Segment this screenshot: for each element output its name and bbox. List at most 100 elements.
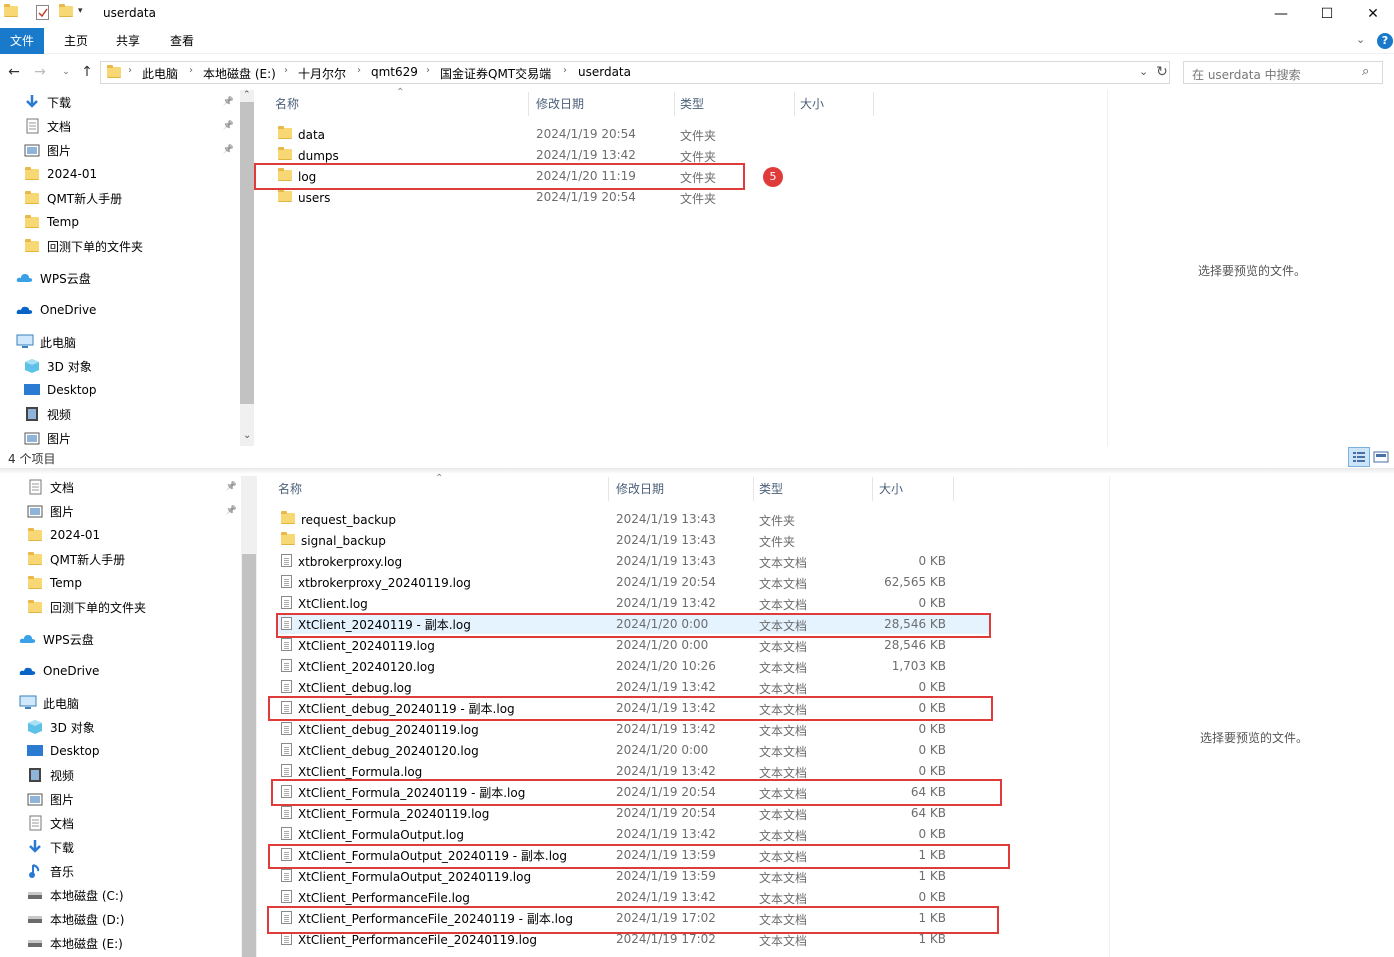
nav-item[interactable]: 2024-01 xyxy=(0,163,240,185)
nav-item[interactable]: WPS云盘 xyxy=(0,267,240,289)
nav-item[interactable]: 2024-01 xyxy=(3,524,243,546)
breadcrumb-separator-icon[interactable]: › xyxy=(426,65,430,76)
nav-item[interactable]: 3D 对象 xyxy=(3,716,243,738)
column-header-size[interactable]: 大小 xyxy=(800,92,824,116)
nav-item[interactable]: 本地磁盘 (C:) xyxy=(3,884,243,906)
file-row[interactable]: XtClient_20240119.log xyxy=(281,635,435,656)
nav-item[interactable]: 音乐 xyxy=(3,860,243,882)
recent-dropdown-icon[interactable]: ⌄ xyxy=(56,62,76,82)
file-row[interactable]: users xyxy=(278,187,330,208)
breadcrumb-separator-icon[interactable]: › xyxy=(189,65,193,76)
nav-item[interactable]: 文档 xyxy=(3,812,243,834)
help-icon[interactable]: ? xyxy=(1377,33,1393,49)
nav-item[interactable]: OneDrive xyxy=(0,299,240,321)
file-row[interactable]: XtClient_debug_20240119.log xyxy=(281,719,479,740)
column-header-name[interactable]: 名称 xyxy=(278,477,302,501)
breadcrumb-separator-icon[interactable]: › xyxy=(128,65,132,76)
nav-item[interactable]: OneDrive xyxy=(3,660,243,682)
scroll-up-icon[interactable]: ⌃ xyxy=(243,90,251,100)
breadcrumb-drive-e[interactable]: 本地磁盘 (E:) xyxy=(203,65,276,82)
file-row[interactable]: XtClient.log xyxy=(281,593,368,614)
tab-view[interactable]: 查看 xyxy=(158,28,206,54)
breadcrumb-folder[interactable]: 十月尔尔 xyxy=(298,65,346,82)
nav-item[interactable]: 视频 xyxy=(0,403,240,425)
search-input[interactable]: 在 userdata 中搜索 ⌕ xyxy=(1183,61,1383,84)
tab-share[interactable]: 共享 xyxy=(104,28,152,54)
breadcrumb-separator-icon[interactable]: › xyxy=(563,65,567,76)
nav-item[interactable]: 图片 xyxy=(3,788,243,810)
address-bar[interactable]: › 此电脑 › 本地磁盘 (E:) › 十月尔尔 › qmt629 › 国金证券… xyxy=(100,61,1170,84)
file-row[interactable]: XtClient_20240120.log xyxy=(281,656,435,677)
up-arrow-icon[interactable]: ↑ xyxy=(77,62,97,82)
breadcrumb-qmt-client[interactable]: 国金证券QMT交易端 xyxy=(440,65,551,82)
details-view-icon[interactable] xyxy=(1348,447,1370,467)
file-row[interactable]: XtClient_Formula_20240119.log xyxy=(281,803,489,824)
nav-item[interactable]: 此电脑 xyxy=(3,692,243,714)
column-header-type[interactable]: 类型 xyxy=(680,92,704,116)
nav-item[interactable]: Desktop xyxy=(3,740,243,762)
nav-item[interactable]: 图片 📌 xyxy=(3,500,243,522)
nav-item[interactable]: WPS云盘 xyxy=(3,628,243,650)
nav-item[interactable]: 此电脑 xyxy=(0,331,240,353)
file-row[interactable]: XtClient_PerformanceFile.log xyxy=(281,887,470,908)
address-dropdown-icon[interactable]: ⌄ xyxy=(1139,65,1148,78)
nav-item[interactable]: 本地磁盘 (D:) xyxy=(3,908,243,930)
nav-item[interactable]: 3D 对象 xyxy=(0,355,240,377)
breadcrumb-separator-icon[interactable]: › xyxy=(357,65,361,76)
nav-scrollbar[interactable]: ⌃ ⌄ xyxy=(240,90,254,446)
file-row[interactable]: xtbrokerproxy_20240119.log xyxy=(281,572,471,593)
nav-item[interactable]: QMT新人手册 xyxy=(0,187,240,209)
column-header-date[interactable]: 修改日期 xyxy=(536,92,584,116)
file-row[interactable]: request_backup xyxy=(281,509,396,530)
nav-item[interactable]: Desktop xyxy=(0,379,240,401)
nav-item[interactable]: 本地磁盘 (E:) xyxy=(3,932,243,954)
expand-ribbon-icon[interactable]: ⌄ xyxy=(1356,33,1365,46)
scroll-thumb[interactable] xyxy=(240,102,254,404)
preview-view-icon[interactable] xyxy=(1373,450,1389,464)
nav-item[interactable]: QMT新人手册 xyxy=(3,548,243,570)
nav-item[interactable]: 下载 📌 xyxy=(0,91,240,113)
scroll-down-icon[interactable]: ⌄ xyxy=(243,430,251,441)
nav-item[interactable]: 文档 📌 xyxy=(3,476,243,498)
column-header-name[interactable]: 名称 xyxy=(275,92,299,116)
maximize-button[interactable]: ☐ xyxy=(1304,0,1350,28)
minimize-button[interactable]: — xyxy=(1258,0,1304,28)
tab-home[interactable]: 主页 xyxy=(52,28,100,54)
nav-item[interactable]: 图片 xyxy=(0,427,240,446)
breadcrumb-qmt629[interactable]: qmt629 xyxy=(371,65,418,79)
file-row[interactable]: XtClient_FormulaOutput_20240119.log xyxy=(281,866,531,887)
scroll-thumb[interactable] xyxy=(242,554,256,957)
highlight-box xyxy=(267,906,999,934)
nav-item[interactable]: Temp xyxy=(0,211,240,233)
breadcrumb-separator-icon[interactable]: › xyxy=(284,65,288,76)
nav-item[interactable]: 下载 xyxy=(3,836,243,858)
column-header-date[interactable]: 修改日期 xyxy=(616,477,664,501)
nav-item[interactable]: 回测下单的文件夹 xyxy=(3,596,243,618)
file-row[interactable]: XtClient_FormulaOutput.log xyxy=(281,824,464,845)
tab-file[interactable]: 文件 xyxy=(0,28,44,54)
back-arrow-icon[interactable]: ← xyxy=(4,62,24,82)
file-row[interactable]: XtClient_debug.log xyxy=(281,677,412,698)
nav-item[interactable]: 文档 📌 xyxy=(0,115,240,137)
refresh-icon[interactable]: ↻ xyxy=(1152,62,1172,82)
column-header-type[interactable]: 类型 xyxy=(759,477,783,501)
properties-icon[interactable] xyxy=(36,5,49,20)
nav-item[interactable]: 视频 xyxy=(3,764,243,786)
nav-item[interactable]: 回测下单的文件夹 xyxy=(0,235,240,257)
close-button[interactable]: ✕ xyxy=(1350,0,1394,28)
forward-arrow-icon[interactable]: → xyxy=(30,62,50,82)
nav-scrollbar-2[interactable] xyxy=(241,476,257,957)
file-row[interactable]: signal_backup xyxy=(281,530,386,551)
new-folder-icon[interactable] xyxy=(59,4,73,20)
chevron-down-icon[interactable]: ▾ xyxy=(78,6,83,16)
download-icon xyxy=(23,94,41,110)
file-row[interactable]: xtbrokerproxy.log xyxy=(281,551,402,572)
breadcrumb-this-pc[interactable]: 此电脑 xyxy=(142,65,178,82)
nav-item[interactable]: Temp xyxy=(3,572,243,594)
breadcrumb-userdata[interactable]: userdata xyxy=(578,65,631,79)
file-row[interactable]: data xyxy=(278,124,325,145)
file-row[interactable]: XtClient_debug_20240120.log xyxy=(281,740,479,761)
column-header-size[interactable]: 大小 xyxy=(879,477,903,501)
nav-item[interactable]: 图片 📌 xyxy=(0,139,240,161)
search-icon[interactable]: ⌕ xyxy=(1362,64,1369,79)
